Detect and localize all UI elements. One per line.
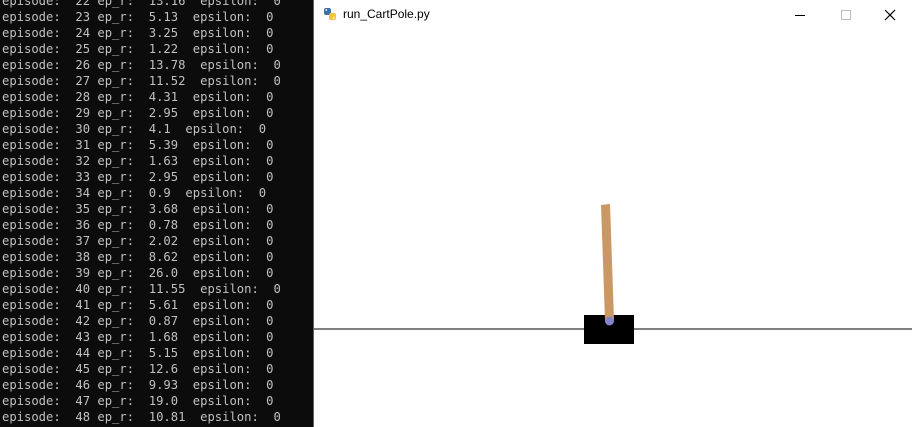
- console-line: episode: 31 ep_r: 5.39 epsilon: 0: [2, 138, 274, 152]
- console-line: episode: 39 ep_r: 26.0 epsilon: 0: [2, 266, 274, 280]
- console-line: episode: 24 ep_r: 3.25 epsilon: 0: [2, 26, 274, 40]
- cartpole-window: run_CartPole.py: [314, 0, 912, 427]
- console-line: episode: 35 ep_r: 3.68 epsilon: 0: [2, 202, 274, 216]
- console-line: episode: 30 ep_r: 4.1 epsilon: 0: [2, 122, 267, 136]
- cartpole-canvas: [314, 204, 912, 344]
- window-title: run_CartPole.py: [343, 7, 430, 21]
- console-line: episode: 22 ep_r: 13.16 epsilon: 0: [2, 0, 281, 8]
- console-window: episode: 22 ep_r: 13.16 epsilon: 0 episod…: [0, 0, 313, 427]
- console-line: episode: 37 ep_r: 2.02 epsilon: 0: [2, 234, 274, 248]
- pole: [601, 204, 614, 321]
- console-line: episode: 41 ep_r: 5.61 epsilon: 0: [2, 298, 274, 312]
- close-icon: [884, 9, 896, 21]
- console-line: episode: 34 ep_r: 0.9 epsilon: 0: [2, 186, 267, 200]
- close-button[interactable]: [867, 0, 912, 30]
- axle: [605, 316, 614, 326]
- console-line: episode: 47 ep_r: 19.0 epsilon: 0: [2, 394, 274, 408]
- console-line: episode: 27 ep_r: 11.52 epsilon: 0: [2, 74, 281, 88]
- console-line: episode: 40 ep_r: 11.55 epsilon: 0: [2, 282, 281, 296]
- console-line: episode: 29 ep_r: 2.95 epsilon: 0: [2, 106, 274, 120]
- console-line: episode: 33 ep_r: 2.95 epsilon: 0: [2, 170, 274, 184]
- console-line: episode: 48 ep_r: 10.81 epsilon: 0: [2, 410, 281, 424]
- maximize-icon: [841, 10, 851, 20]
- console-line: episode: 25 ep_r: 1.22 epsilon: 0: [2, 42, 274, 56]
- console-line: episode: 44 ep_r: 5.15 epsilon: 0: [2, 346, 274, 360]
- console-line: episode: 42 ep_r: 0.87 epsilon: 0: [2, 314, 274, 328]
- title-bar[interactable]: run_CartPole.py: [314, 0, 912, 30]
- minimize-button[interactable]: [777, 0, 823, 30]
- console-line: episode: 45 ep_r: 12.6 epsilon: 0: [2, 362, 274, 376]
- console-line: episode: 26 ep_r: 13.78 epsilon: 0: [2, 58, 281, 72]
- console-output: episode: 22 ep_r: 13.16 epsilon: 0 episod…: [2, 0, 281, 425]
- console-line: episode: 28 ep_r: 4.31 epsilon: 0: [2, 90, 274, 104]
- minimize-icon: [795, 15, 805, 16]
- console-line: episode: 43 ep_r: 1.68 epsilon: 0: [2, 330, 274, 344]
- maximize-button[interactable]: [823, 0, 869, 30]
- console-line: episode: 36 ep_r: 0.78 epsilon: 0: [2, 218, 274, 232]
- console-line: episode: 23 ep_r: 5.13 epsilon: 0: [2, 10, 274, 24]
- console-line: episode: 46 ep_r: 9.93 epsilon: 0: [2, 378, 274, 392]
- console-line: episode: 38 ep_r: 8.62 epsilon: 0: [2, 250, 274, 264]
- python-icon: [323, 7, 337, 21]
- console-line: episode: 32 ep_r: 1.63 epsilon: 0: [2, 154, 274, 168]
